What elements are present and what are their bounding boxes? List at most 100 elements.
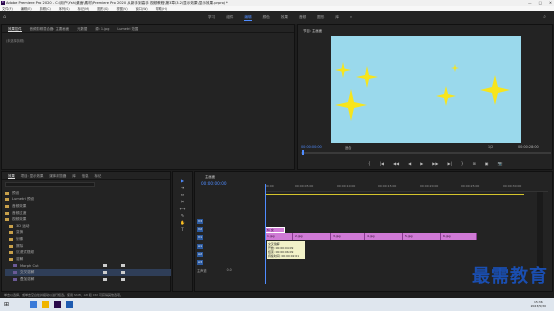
workspace-tab-color[interactable]: 颜色 bbox=[263, 15, 270, 21]
program-title[interactable]: 节目: 主画面 bbox=[303, 28, 322, 33]
maximize-button[interactable]: □ bbox=[539, 1, 542, 5]
type-tool-icon[interactable]: T bbox=[173, 226, 192, 233]
tab-effects[interactable]: 效果 bbox=[8, 173, 15, 179]
lift-button[interactable]: ⊞ bbox=[472, 161, 475, 166]
mark-out-button[interactable]: } bbox=[461, 161, 464, 166]
timeline-timecode[interactable]: 00:00:00:00 bbox=[201, 181, 227, 186]
tab-info[interactable]: 信息 bbox=[82, 173, 89, 178]
tab-audio-clip-mixer[interactable]: 音频剪辑混合器: 主要画面 bbox=[30, 26, 70, 31]
tab-effect-controls[interactable]: 效果控件 bbox=[8, 26, 22, 32]
track-header-v2: V2 bbox=[197, 225, 203, 233]
track-target-toggle[interactable]: V1 bbox=[197, 234, 203, 240]
program-scrubber[interactable] bbox=[301, 152, 551, 154]
tab-metadata[interactable]: 元数据 bbox=[77, 26, 87, 31]
track-target-toggle[interactable]: A1 bbox=[197, 243, 203, 249]
video-clip[interactable]: 6.jpg bbox=[441, 233, 477, 240]
go-to-in-button[interactable]: |◀ bbox=[380, 161, 384, 166]
extract-button[interactable]: ▣ bbox=[485, 161, 489, 166]
tab-lumetri-scopes[interactable]: Lumetri 范围 bbox=[117, 26, 138, 31]
program-playhead[interactable] bbox=[302, 150, 304, 155]
workspace-tab-libraries[interactable]: 库 bbox=[335, 15, 339, 21]
ruler-label: 00:00:05:00 bbox=[295, 184, 314, 188]
hand-tool-icon[interactable]: ✋ bbox=[173, 219, 192, 226]
list-item[interactable]: 溶解 bbox=[5, 256, 171, 263]
tab-media-browser[interactable]: 媒体浏览器 bbox=[49, 173, 66, 178]
sparkle-star bbox=[451, 64, 459, 72]
windows-start-icon[interactable]: ⊞ bbox=[4, 301, 9, 308]
play-button[interactable]: ▶ bbox=[420, 161, 423, 166]
list-item-label: 音频过渡 bbox=[12, 210, 27, 215]
workspace-tab-assembly[interactable]: 组件 bbox=[226, 15, 233, 21]
workspace-tab-effects[interactable]: 效果 bbox=[281, 15, 288, 21]
video-clip[interactable]: 3.jpg bbox=[331, 233, 365, 240]
list-item[interactable]: 3D 运动 bbox=[5, 223, 171, 230]
video-clip[interactable]: 2.jpg bbox=[293, 233, 331, 240]
track-target-toggle[interactable]: V2 bbox=[197, 226, 203, 232]
word-app-icon[interactable] bbox=[66, 301, 73, 308]
list-item[interactable]: 音频效果 bbox=[5, 203, 171, 210]
list-item[interactable]: 视频效果 bbox=[5, 216, 171, 223]
slip-tool-icon[interactable]: ⟷ bbox=[173, 205, 192, 212]
list-item[interactable]: 音频过渡 bbox=[5, 210, 171, 217]
list-item[interactable]: Morph Cut bbox=[5, 263, 171, 270]
pen-tool-icon[interactable]: ✎ bbox=[173, 212, 192, 219]
list-item[interactable]: 叠加溶解 bbox=[5, 276, 171, 283]
time-ruler[interactable]: 00:00 00:00:05:00 00:00:10:00 00:00:15:0… bbox=[265, 184, 548, 192]
workspace-more-button[interactable]: » bbox=[350, 15, 352, 21]
close-button[interactable]: ✕ bbox=[549, 1, 552, 5]
tab-markers[interactable]: 标记 bbox=[94, 173, 101, 178]
folder-app-icon[interactable] bbox=[42, 301, 49, 308]
yuv-icon bbox=[121, 277, 125, 281]
home-icon[interactable]: ⌂ bbox=[3, 14, 9, 20]
track-target-toggle[interactable]: A2 bbox=[197, 251, 203, 257]
video-clip[interactable]: 5.jpg bbox=[403, 233, 441, 240]
track-target-toggle[interactable]: V3 bbox=[197, 218, 203, 224]
work-area-bar[interactable] bbox=[265, 194, 524, 196]
track-select-tool-icon[interactable]: ⇥ bbox=[173, 184, 192, 191]
export-frame-icon[interactable]: 📷 bbox=[498, 161, 503, 166]
effects-search-input[interactable] bbox=[5, 182, 95, 187]
workspace-tab-learn[interactable]: 学习 bbox=[208, 15, 215, 21]
step-back-button[interactable]: ◀ bbox=[408, 161, 411, 166]
list-item[interactable]: 交叉溶解 bbox=[5, 269, 171, 276]
workspace-tab-graphics[interactable]: 图形 bbox=[317, 15, 324, 21]
minimize-button[interactable]: — bbox=[528, 1, 532, 5]
search-icon[interactable]: ⌕ bbox=[543, 14, 546, 20]
tab-project[interactable]: 项目: 显示效果 bbox=[21, 173, 44, 178]
clock[interactable]: 15:36 2023/5/30 bbox=[531, 300, 546, 308]
sequence-tab[interactable]: 主画面 bbox=[205, 174, 215, 179]
tab-libraries[interactable]: 库 bbox=[72, 173, 75, 178]
go-to-out-button[interactable]: ▶| bbox=[447, 161, 451, 166]
rewind-button[interactable]: ◀◀ bbox=[393, 161, 399, 166]
program-timecode[interactable]: 00:00:00:00 bbox=[301, 145, 322, 149]
sparkle-image bbox=[335, 62, 510, 121]
mark-in-button[interactable]: { bbox=[368, 161, 371, 166]
list-item-label: 视频效果 bbox=[12, 217, 27, 222]
zoom-select[interactable]: 适合 bbox=[345, 145, 351, 150]
razor-tool-icon[interactable]: ✂ bbox=[173, 198, 192, 205]
app-icon[interactable] bbox=[30, 301, 37, 308]
tab-source[interactable]: 源: 1.jpg bbox=[95, 26, 109, 31]
fast-forward-button[interactable]: ▶▶ bbox=[432, 161, 438, 166]
list-item[interactable]: 变换 bbox=[5, 230, 171, 237]
program-viewer[interactable] bbox=[331, 36, 521, 143]
track-target-toggle[interactable]: A3 bbox=[197, 259, 203, 265]
resolution-select[interactable]: 1/2 bbox=[488, 145, 493, 149]
workspace-tab-editing[interactable]: 编辑 bbox=[244, 15, 252, 21]
video-clip[interactable]: 1.jpg bbox=[265, 233, 293, 240]
list-item[interactable]: 划像 bbox=[5, 236, 171, 243]
premiere-logo-icon: Pr bbox=[1, 1, 5, 5]
video-clip[interactable]: 4.jpg bbox=[365, 233, 403, 240]
timeline-playhead[interactable] bbox=[265, 184, 266, 284]
selection-tool-icon[interactable]: ▶ bbox=[173, 177, 192, 184]
premiere-app-icon[interactable] bbox=[54, 301, 61, 308]
folder-icon bbox=[9, 231, 13, 235]
master-value[interactable]: 0.0 bbox=[227, 268, 232, 272]
ripple-edit-tool-icon[interactable]: ⇔ bbox=[173, 191, 192, 198]
list-item[interactable]: 擦除 bbox=[5, 243, 171, 250]
workspace-tab-audio[interactable]: 音频 bbox=[299, 15, 306, 21]
list-item[interactable]: 沉浸式视频 bbox=[5, 249, 171, 256]
track-header-a1: A1 bbox=[197, 242, 203, 250]
list-item[interactable]: 预设 bbox=[5, 190, 171, 197]
list-item[interactable]: Lumetri 预设 bbox=[5, 197, 171, 204]
